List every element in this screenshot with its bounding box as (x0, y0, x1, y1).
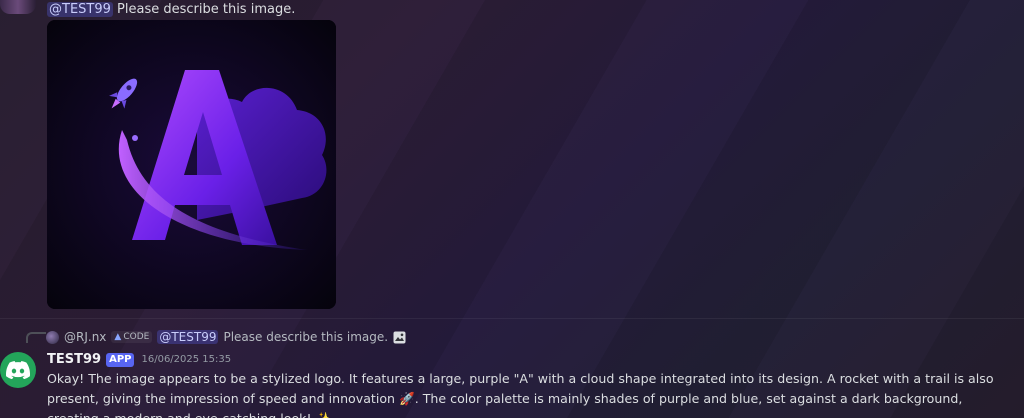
discord-logo-icon (6, 361, 30, 379)
reply-connector (26, 332, 46, 343)
mention-tag[interactable]: @TEST99 (47, 2, 113, 17)
server-tag-label: CODE (123, 332, 150, 342)
logo-image (47, 20, 336, 309)
app-badge: APP (106, 352, 135, 367)
reply-text: Please describe this image. (223, 330, 389, 344)
reply-mention[interactable]: @TEST99 (157, 330, 219, 344)
flame-icon: ▲ (114, 332, 122, 342)
message-divider (0, 318, 1024, 319)
image-attachment[interactable] (47, 20, 336, 309)
reply-username[interactable]: @RJ.nx (64, 330, 106, 344)
server-tag: ▲ CODE (111, 331, 153, 343)
message-timestamp[interactable]: 16/06/2025 15:35 (141, 354, 231, 365)
image-icon (393, 331, 406, 343)
message-header: TEST99 APP 16/06/2025 15:35 (47, 352, 231, 367)
previous-message-text: Please describe this image. (117, 2, 296, 17)
reply-user-avatar (46, 330, 59, 344)
rocket-emoji: 🚀 (399, 391, 415, 406)
bot-avatar[interactable] (0, 352, 36, 388)
previous-user-avatar[interactable] (0, 0, 36, 14)
reply-preview[interactable]: @RJ.nx ▲ CODE @TEST99 Please describe th… (46, 330, 406, 344)
previous-message: @TEST99 Please describe this image. (47, 2, 295, 17)
bot-username[interactable]: TEST99 (47, 352, 101, 367)
sparkles-emoji: ✨ (316, 411, 332, 418)
message-body: Okay! The image appears to be a stylized… (47, 369, 1007, 418)
